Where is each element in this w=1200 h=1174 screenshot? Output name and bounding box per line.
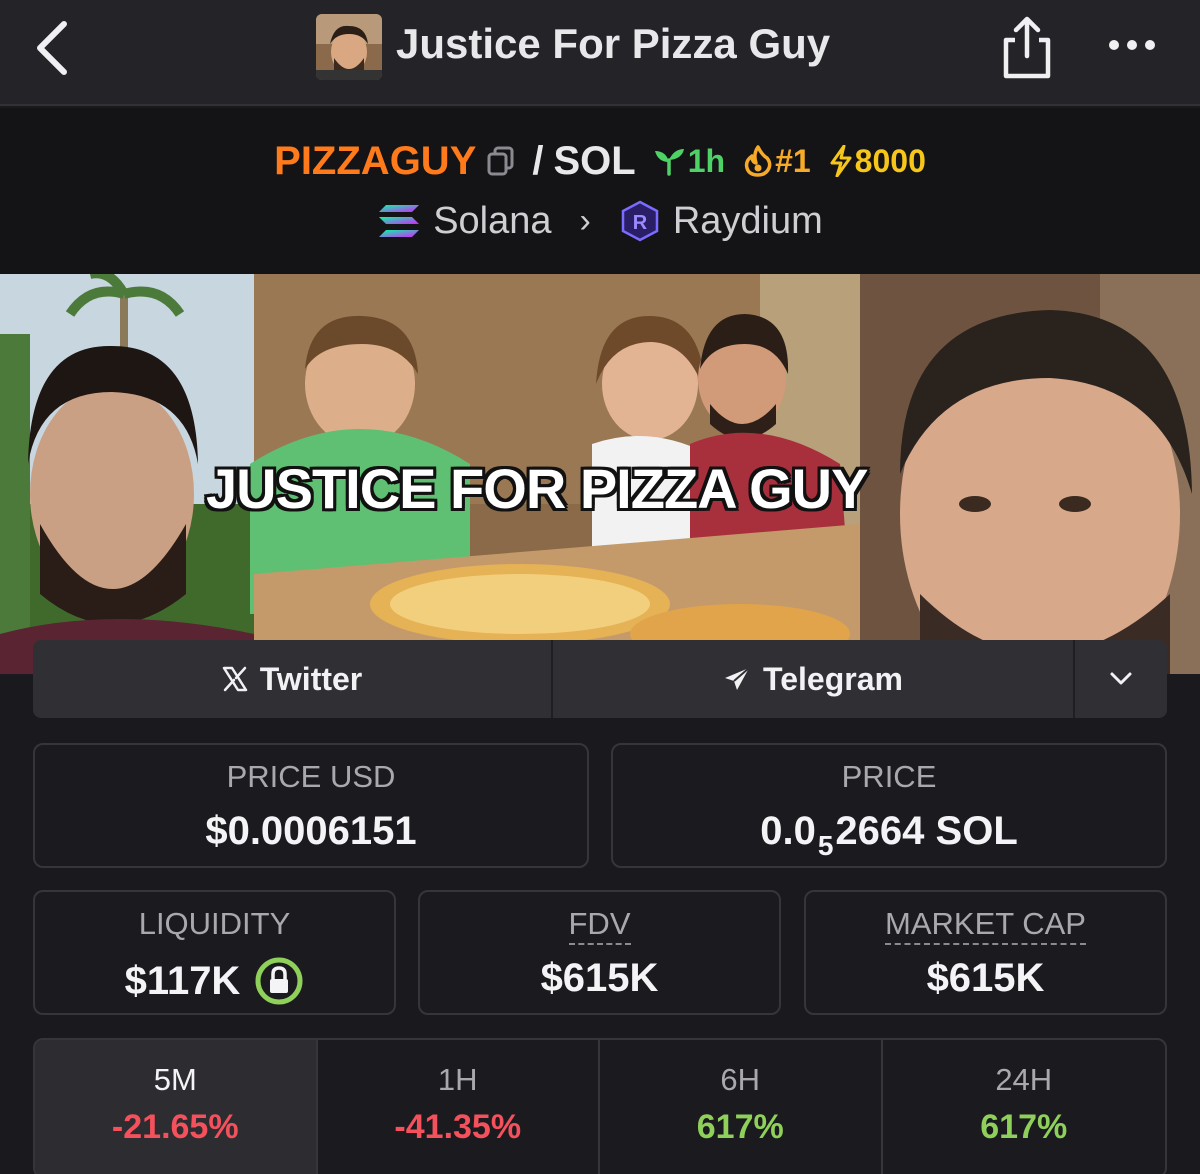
liquidity-label: LIQUIDITY xyxy=(138,906,291,941)
copy-icon[interactable] xyxy=(486,145,516,177)
liquidity-card: LIQUIDITY $117K xyxy=(33,890,396,1015)
lock-icon[interactable] xyxy=(254,956,304,1006)
base-token-symbol[interactable]: PIZZAGUY xyxy=(274,139,476,184)
timeframe-tabs: 5M -21.65% 1H -41.35% 6H 617% 24H 617% xyxy=(33,1038,1167,1174)
market-cap-label[interactable]: MARKET CAP xyxy=(885,906,1086,945)
banner-caption: JUSTICE FOR PIZZA GUY xyxy=(206,457,868,520)
chevron-right-icon: › xyxy=(579,201,591,240)
tab-label: 24H xyxy=(995,1062,1053,1097)
token-avatar xyxy=(316,14,382,80)
liquidity-value-row: $117K xyxy=(35,956,394,1006)
page-title: Justice For Pizza Guy xyxy=(396,20,831,67)
fdv-card: FDV $615K xyxy=(418,890,781,1015)
tab-label: 5M xyxy=(153,1062,197,1097)
price-change-value: -41.35% xyxy=(394,1108,522,1146)
trending-rank-text: #1 xyxy=(775,142,811,179)
boost-badge[interactable]: 8000 xyxy=(829,143,926,180)
market-cap-card: MARKET CAP $615K xyxy=(804,890,1167,1015)
more-socials-dropdown[interactable] xyxy=(1075,640,1167,718)
social-links-bar: Twitter Telegram xyxy=(33,640,1167,718)
boost-count-text: 8000 xyxy=(854,142,926,179)
price-change-value: -21.65% xyxy=(111,1108,239,1146)
price-change-value: 617% xyxy=(696,1108,784,1146)
price-change-value: 617% xyxy=(980,1108,1068,1146)
lightning-icon xyxy=(830,145,852,177)
tab-label: 6H xyxy=(720,1062,761,1097)
price-native-digits: 2664 SOL xyxy=(835,809,1018,853)
price-usd-card: PRICE USD $0.0006151 xyxy=(33,743,589,868)
market-cap-value: $615K xyxy=(926,956,1045,1000)
tab-1h[interactable]: 1H -41.35% xyxy=(318,1040,600,1174)
tab-label: 1H xyxy=(437,1062,478,1097)
tab-5m[interactable]: 5M -21.65% xyxy=(35,1040,318,1174)
top-nav-bar: Justice For Pizza Guy xyxy=(0,0,1200,106)
fdv-value: $615K xyxy=(540,956,659,1000)
quote-token-symbol: SOL xyxy=(553,138,636,183)
solana-logo-icon xyxy=(379,205,420,237)
price-native-card: PRICE 0.0 5 2664 SOL xyxy=(611,743,1167,868)
fdv-label-wrap: FDV xyxy=(420,906,779,945)
chain-dex-breadcrumb: Solana › R Raydium xyxy=(0,196,1200,246)
telegram-plane-icon xyxy=(725,667,750,690)
market-cap-label-wrap: MARKET CAP xyxy=(806,906,1165,945)
seedling-icon xyxy=(654,149,684,176)
dex-name[interactable]: Raydium xyxy=(673,200,823,243)
chain-name[interactable]: Solana xyxy=(433,200,551,243)
tab-24h[interactable]: 24H 617% xyxy=(883,1040,1166,1174)
price-native-value: 0.0 5 2664 SOL xyxy=(613,809,1165,861)
trending-rank-badge[interactable]: #1 xyxy=(743,143,811,180)
raydium-logo-icon: R xyxy=(621,200,659,242)
price-native-label: PRICE xyxy=(841,759,937,794)
flame-icon xyxy=(744,145,772,177)
pair-separator: / xyxy=(532,138,544,183)
svg-text:R: R xyxy=(633,212,648,234)
price-zero-count: 5 xyxy=(817,829,834,861)
token-banner-image: JUSTICE FOR PIZZA GUY xyxy=(0,274,1200,674)
chevron-down-icon xyxy=(1110,672,1132,685)
pair-age-text: 1h xyxy=(687,142,726,179)
twitter-label: Twitter xyxy=(259,660,363,697)
share-icon[interactable] xyxy=(996,14,1058,80)
pair-age-badge: 1h xyxy=(652,143,725,180)
pair-header: PIZZAGUY / SOL 1h #1 8000 Solana › R Ray… xyxy=(0,108,1200,274)
price-native-prefix: 0.0 xyxy=(760,809,816,853)
fdv-label[interactable]: FDV xyxy=(568,906,631,945)
price-usd-value: $0.0006151 xyxy=(205,809,417,853)
more-horizontal-icon[interactable] xyxy=(1104,30,1164,60)
telegram-label: Telegram xyxy=(763,660,903,697)
price-usd-label: PRICE USD xyxy=(226,759,396,794)
pair-symbols: PIZZAGUY / SOL 1h #1 8000 xyxy=(0,136,1200,186)
telegram-button[interactable]: Telegram xyxy=(553,640,1075,718)
x-logo-icon xyxy=(222,666,247,692)
tab-6h[interactable]: 6H 617% xyxy=(600,1040,883,1174)
chevron-left-icon[interactable] xyxy=(28,18,80,78)
liquidity-value: $117K xyxy=(124,958,241,1003)
twitter-button[interactable]: Twitter xyxy=(33,640,553,718)
